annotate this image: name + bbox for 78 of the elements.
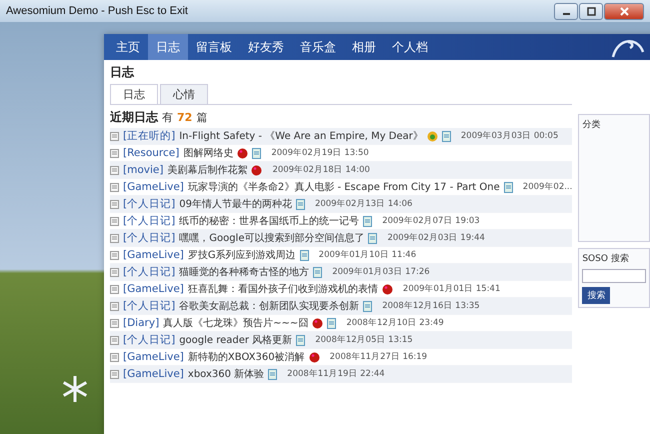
maximize-icon [586, 6, 596, 16]
category-link[interactable]: [GameLive] [123, 368, 184, 380]
post-date: 2009年02月07日 19:03 [382, 215, 480, 227]
post-title-link[interactable]: 图解网络史 [183, 146, 234, 160]
minimize-icon [562, 13, 570, 15]
post-icon [110, 216, 119, 226]
sub-tab[interactable]: 心情 [160, 84, 208, 104]
count-prefix: 有 [162, 110, 173, 125]
post-title-link[interactable]: 真人版《七龙珠》预告片~~~囧 [163, 316, 308, 330]
sub-tab[interactable]: 日志 [110, 84, 158, 104]
close-icon [620, 6, 628, 16]
post-date: 2008年12月10日 23:49 [346, 317, 444, 329]
snowflake-icon [60, 374, 90, 404]
category-link[interactable]: [正在听的] [123, 129, 176, 143]
post-date: 2009年01月01日 15:41 [402, 283, 500, 295]
post-title-link[interactable]: 猫睡觉的各种稀奇古怪的地方 [179, 265, 310, 279]
post-date: 2009年02月19日 13:50 [271, 147, 369, 159]
nav-tab[interactable]: 好友秀 [240, 34, 292, 60]
category-link[interactable]: [GameLive] [123, 283, 184, 295]
post-title-link[interactable]: 狂喜乱舞：看国外孩子们收到游戏机的表情 [188, 282, 378, 296]
nav-tab[interactable]: 日志 [148, 34, 188, 60]
post-date: 2009年02... [522, 181, 572, 193]
post-date: 2008年12月05日 13:15 [315, 334, 413, 346]
post-title-link[interactable]: 09年情人节最牛的两种花 [179, 197, 292, 211]
post-title-link[interactable]: 罗技G系列应到游戏周边 [188, 248, 296, 262]
category-link[interactable]: [个人日记] [123, 265, 176, 279]
nav-tab[interactable]: 个人档 [384, 34, 436, 60]
list-heading: 近期日志 [110, 109, 158, 126]
post-date: 2008年11月19日 22:44 [287, 368, 385, 380]
post-date: 2009年02月03日 19:44 [387, 232, 485, 244]
window-title: Awesomium Demo - Push Esc to Exit [6, 5, 188, 17]
post-date: 2009年02月18日 14:00 [272, 164, 370, 176]
category-link[interactable]: [个人日记] [123, 214, 176, 228]
post-title-link[interactable]: 新特勒的XBOX360被消解 [188, 350, 305, 364]
category-link[interactable]: [个人日记] [123, 197, 176, 211]
post-icon [110, 182, 119, 192]
category-link[interactable]: [GameLive] [123, 249, 184, 261]
post-title-link[interactable]: 玩家导演的《半条命2》真人电影 - Escape From City 17 - Part One [188, 180, 500, 194]
close-button[interactable] [604, 2, 644, 20]
category-link[interactable]: [GameLive] [123, 181, 184, 193]
panel-title: 分类 [582, 118, 602, 131]
category-link[interactable]: [个人日记] [123, 231, 176, 245]
category-link[interactable]: [Resource] [123, 147, 180, 159]
nav-tab[interactable]: 音乐盒 [292, 34, 344, 60]
post-icon [110, 148, 119, 158]
post-date: 2009年02月13日 14:06 [314, 198, 412, 210]
maximize-button[interactable] [579, 2, 603, 20]
category-link[interactable]: [movie] [123, 164, 164, 176]
nav-tab[interactable]: 相册 [344, 34, 384, 60]
nav-tab[interactable]: 主页 [108, 34, 148, 60]
post-icon [110, 318, 119, 328]
minimize-button[interactable] [554, 2, 578, 20]
category-link[interactable]: [个人日记] [123, 333, 176, 347]
post-date: 2008年12月16日 13:35 [382, 300, 480, 312]
post-icon [110, 250, 119, 260]
post-count: 72 [177, 111, 192, 124]
section-title: 日志 [110, 64, 136, 81]
category-link[interactable]: [GameLive] [123, 351, 184, 363]
post-title-link[interactable]: In-Flight Safety - 《We Are an Empire, My Dear》 [179, 129, 423, 143]
post-title-link[interactable]: xbox360 新体验 [188, 367, 264, 381]
post-date: 2009年01月03日 17:26 [332, 266, 430, 278]
post-date: 2009年01月10日 11:46 [318, 249, 416, 261]
post-icon [110, 284, 119, 294]
post-title-link[interactable]: 美剧幕后制作花絮 [167, 163, 248, 177]
post-title-link[interactable]: google reader 风格更新 [179, 333, 292, 347]
panel-title: SOSO 搜索 [582, 252, 630, 265]
post-title-link[interactable]: 嘿嘿，Google可以搜索到部分空间信息了 [179, 231, 364, 245]
count-suffix: 篇 [196, 110, 208, 125]
post-date: 2008年11月27日 16:19 [330, 351, 428, 363]
post-icon [110, 352, 119, 362]
category-link[interactable]: [个人日记] [123, 299, 176, 313]
category-link[interactable]: [Diary] [123, 317, 160, 329]
post-date: 2009年03月03日 00:05 [460, 130, 558, 142]
search-field[interactable] [582, 269, 646, 283]
nav-tab[interactable]: 留言板 [188, 34, 240, 60]
post-title-link[interactable]: 谷歌美女副总裁：创新团队实现要杀创新 [179, 299, 360, 313]
search-button[interactable]: 搜索 [582, 287, 610, 304]
post-title-link[interactable]: 纸币的秘密：世界各国纸币上的统一记号 [179, 214, 360, 228]
